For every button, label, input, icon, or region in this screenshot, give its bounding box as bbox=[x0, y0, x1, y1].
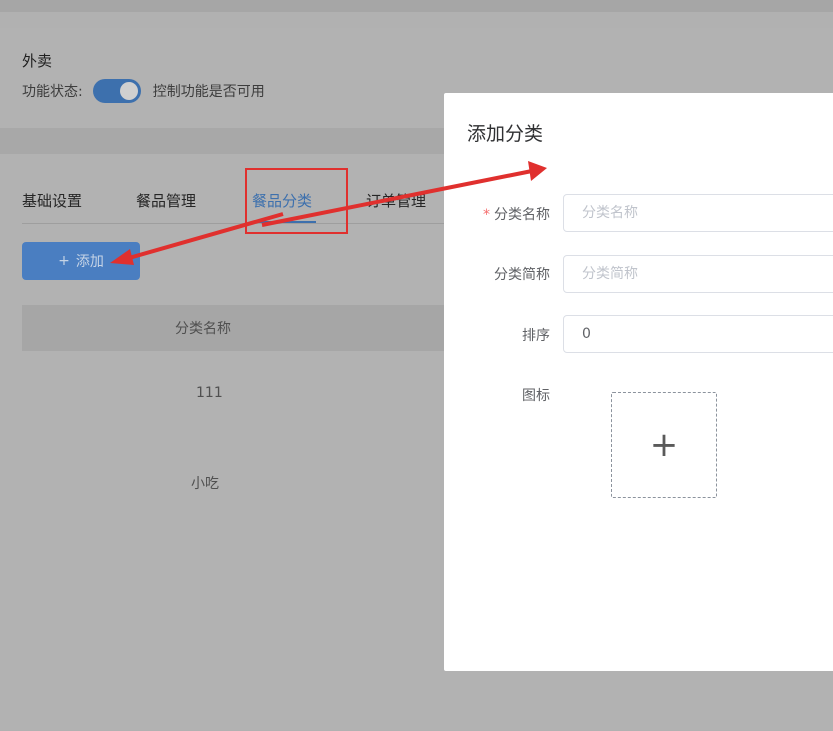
table-row: 111 bbox=[22, 352, 452, 440]
status-row: 功能状态: 控制功能是否可用 bbox=[22, 78, 265, 104]
status-label: 功能状态: bbox=[22, 84, 83, 100]
icon-uploader[interactable]: + bbox=[611, 392, 717, 498]
category-short-name-input[interactable] bbox=[563, 255, 833, 293]
status-toggle[interactable] bbox=[92, 79, 141, 103]
tab-basic-settings[interactable]: 基础设置 bbox=[22, 190, 82, 211]
icon-label: 图标 bbox=[522, 388, 550, 404]
column-header-category-name: 分类名称 bbox=[175, 321, 231, 337]
category-short-name-label: 分类简称 bbox=[494, 267, 550, 283]
tab-bar: 基础设置 餐品管理 餐品分类 订单管理 bbox=[22, 180, 452, 224]
tab-order-management[interactable]: 订单管理 bbox=[366, 190, 426, 211]
dialog-title: 添加分类 bbox=[467, 123, 544, 145]
toggle-knob bbox=[119, 82, 138, 100]
add-category-button[interactable]: + 添加 bbox=[22, 242, 140, 280]
add-button-label: 添加 bbox=[75, 254, 104, 270]
table-row: 小吃 bbox=[22, 440, 452, 528]
plus-icon: + bbox=[58, 253, 70, 269]
toggle-hint: 控制功能是否可用 bbox=[152, 84, 265, 100]
sort-input[interactable] bbox=[563, 315, 833, 353]
annotation-highlight-box bbox=[245, 168, 348, 234]
sort-label: 排序 bbox=[522, 328, 550, 344]
plus-icon: + bbox=[649, 425, 679, 465]
table-cell-category-name: 111 bbox=[196, 385, 223, 401]
table-cell-category-name: 小吃 bbox=[191, 476, 219, 492]
category-name-label: * 分类名称 bbox=[483, 207, 550, 223]
add-category-dialog: 添加分类 *分类名称 分类简称 排序 图标 + bbox=[444, 93, 833, 671]
tab-dish-management[interactable]: 餐品管理 bbox=[136, 190, 196, 211]
app-title: 外卖 bbox=[22, 52, 53, 70]
top-bar bbox=[0, 0, 833, 12]
required-mark: * bbox=[483, 207, 490, 223]
table-header: 分类名称 bbox=[22, 305, 452, 351]
category-name-input[interactable] bbox=[563, 194, 833, 232]
